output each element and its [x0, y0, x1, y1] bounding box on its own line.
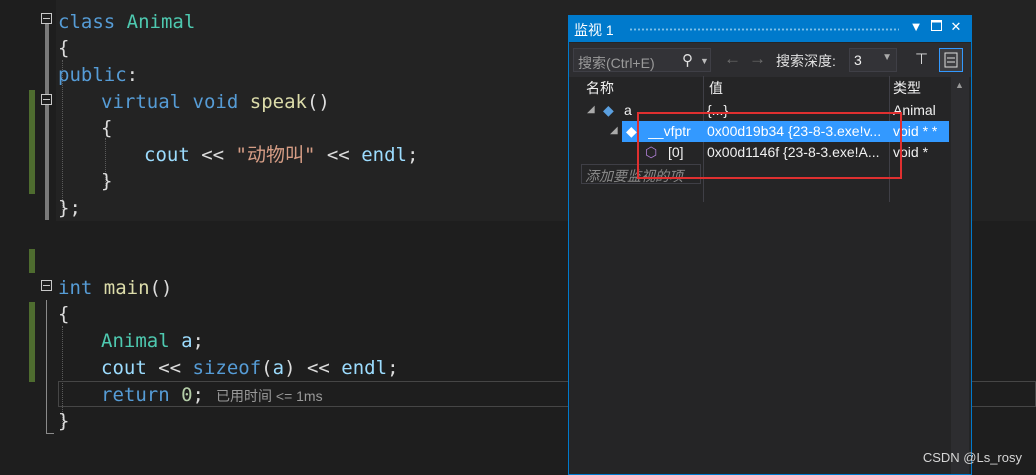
identifier: cout [101, 357, 147, 379]
punctuation: ; [387, 357, 399, 379]
code-line[interactable]: { [58, 35, 69, 62]
code-line[interactable]: { [58, 301, 69, 328]
punctuation: () [306, 91, 330, 113]
operator: << [315, 144, 362, 166]
watermark: CSDN @Ls_rosy [922, 450, 1022, 465]
identifier: cout [144, 144, 190, 166]
punctuation: ; [192, 384, 204, 406]
code-line[interactable]: }; [58, 195, 81, 222]
code-line[interactable]: Animal a; [101, 328, 204, 355]
identifier: a [169, 330, 193, 352]
function-name: main [103, 277, 150, 299]
outline-scope-line [46, 300, 47, 434]
outline-scope-bar [45, 24, 49, 220]
watch-name: a [624, 102, 632, 118]
dropdown-arrow-icon[interactable]: ▼ [907, 19, 925, 34]
forward-arrow-icon[interactable]: → [749, 49, 766, 69]
punctuation: ( [261, 357, 273, 379]
keyword: virtual [101, 91, 182, 113]
change-indicator [29, 302, 35, 382]
search-depth-select[interactable]: 3 ▼ [849, 48, 897, 72]
keyword: sizeof [192, 357, 262, 379]
identifier: a [272, 357, 285, 379]
expand-arrow-icon[interactable]: ◢ [587, 104, 595, 115]
column-header-type[interactable]: 类型 [893, 78, 921, 100]
operator: << [146, 357, 193, 379]
hex-view-icon[interactable] [939, 48, 963, 72]
brace: } [58, 410, 70, 432]
expand-arrow-icon[interactable]: ◢ [610, 125, 618, 136]
number-literal: 0 [169, 384, 193, 406]
search-depth-value: 3 [854, 52, 862, 68]
string-literal: "动物叫" [235, 144, 316, 166]
outline-scope-end [46, 433, 54, 434]
scroll-up-icon[interactable]: ▲ [955, 80, 964, 90]
pin-filter-icon[interactable]: ⊤ [915, 50, 928, 68]
brace: }; [58, 197, 81, 219]
class-name: Animal [126, 11, 196, 33]
code-line[interactable]: cout << sizeof(a) << endl; [101, 355, 399, 382]
code-line[interactable]: class Animal [58, 9, 195, 36]
code-line[interactable]: public: [58, 62, 138, 89]
keyword: class [58, 11, 116, 33]
keyword: public [58, 64, 127, 86]
punctuation: ; [192, 330, 204, 352]
punctuation: () [149, 277, 173, 299]
column-header-name[interactable]: 名称 [586, 78, 614, 100]
watch-title-bar[interactable]: 监视 1 ▼ ✕ [569, 16, 971, 42]
brace: { [58, 303, 70, 325]
punctuation: : [126, 64, 139, 86]
search-input[interactable]: 搜索(Ctrl+E) ⚲ ▼ [573, 48, 711, 72]
watch-toolbar: 搜索(Ctrl+E) ⚲ ▼ ← → 搜索深度: 3 ▼ ⊤ [569, 43, 971, 77]
keyword: int [58, 277, 93, 299]
identifier: endl [341, 357, 388, 379]
annotation-highlight-box [637, 112, 902, 179]
change-indicator [29, 90, 35, 194]
search-depth-label: 搜索深度: [776, 53, 836, 69]
code-line[interactable]: } [58, 408, 69, 435]
code-line[interactable]: cout << "动物叫" << endl; [144, 142, 418, 169]
code-line[interactable]: return 0; [101, 382, 204, 409]
brace: { [58, 37, 70, 59]
punctuation: ) [284, 357, 296, 379]
operator: << [189, 144, 236, 166]
function-name: speak [249, 91, 307, 113]
variable-icon: ◆ [626, 123, 637, 139]
maximize-icon[interactable] [927, 19, 945, 34]
collapse-toggle-icon[interactable] [41, 94, 52, 105]
code-line[interactable]: int main() [58, 275, 172, 302]
column-header-value[interactable]: 值 [709, 78, 723, 100]
brace: } [101, 170, 113, 192]
brace: { [101, 117, 113, 139]
collapse-toggle-icon[interactable] [41, 280, 52, 291]
drag-grip[interactable] [629, 28, 899, 31]
search-placeholder: 搜索(Ctrl+E) [578, 55, 655, 71]
class-name: Animal [101, 330, 170, 352]
keyword: void [192, 91, 239, 113]
watch-window[interactable]: 监视 1 ▼ ✕ 搜索(Ctrl+E) ⚲ ▼ ← → 搜索深度: 3 ▼ ⊤ … [568, 15, 972, 475]
identifier: endl [361, 144, 407, 166]
perf-tip[interactable]: 已用时间 <= 1ms [216, 386, 323, 406]
operator: << [295, 357, 342, 379]
variable-icon: ◆ [603, 102, 614, 118]
punctuation: ; [406, 144, 419, 166]
code-line[interactable]: virtual void speak() [101, 89, 330, 116]
close-icon[interactable]: ✕ [947, 19, 965, 35]
watch-title: 监视 1 [574, 22, 614, 38]
change-indicator [29, 249, 35, 273]
back-arrow-icon[interactable]: ← [724, 49, 741, 69]
code-line[interactable]: { [101, 115, 112, 142]
vertical-scrollbar[interactable]: ▲ [951, 76, 969, 474]
collapse-toggle-icon[interactable] [41, 13, 52, 24]
search-icon[interactable]: ⚲ [682, 51, 693, 69]
chevron-down-icon: ▼ [882, 52, 892, 63]
search-dropdown-icon[interactable]: ▼ [700, 56, 709, 66]
code-line[interactable]: } [101, 168, 112, 195]
keyword: return [101, 384, 170, 406]
